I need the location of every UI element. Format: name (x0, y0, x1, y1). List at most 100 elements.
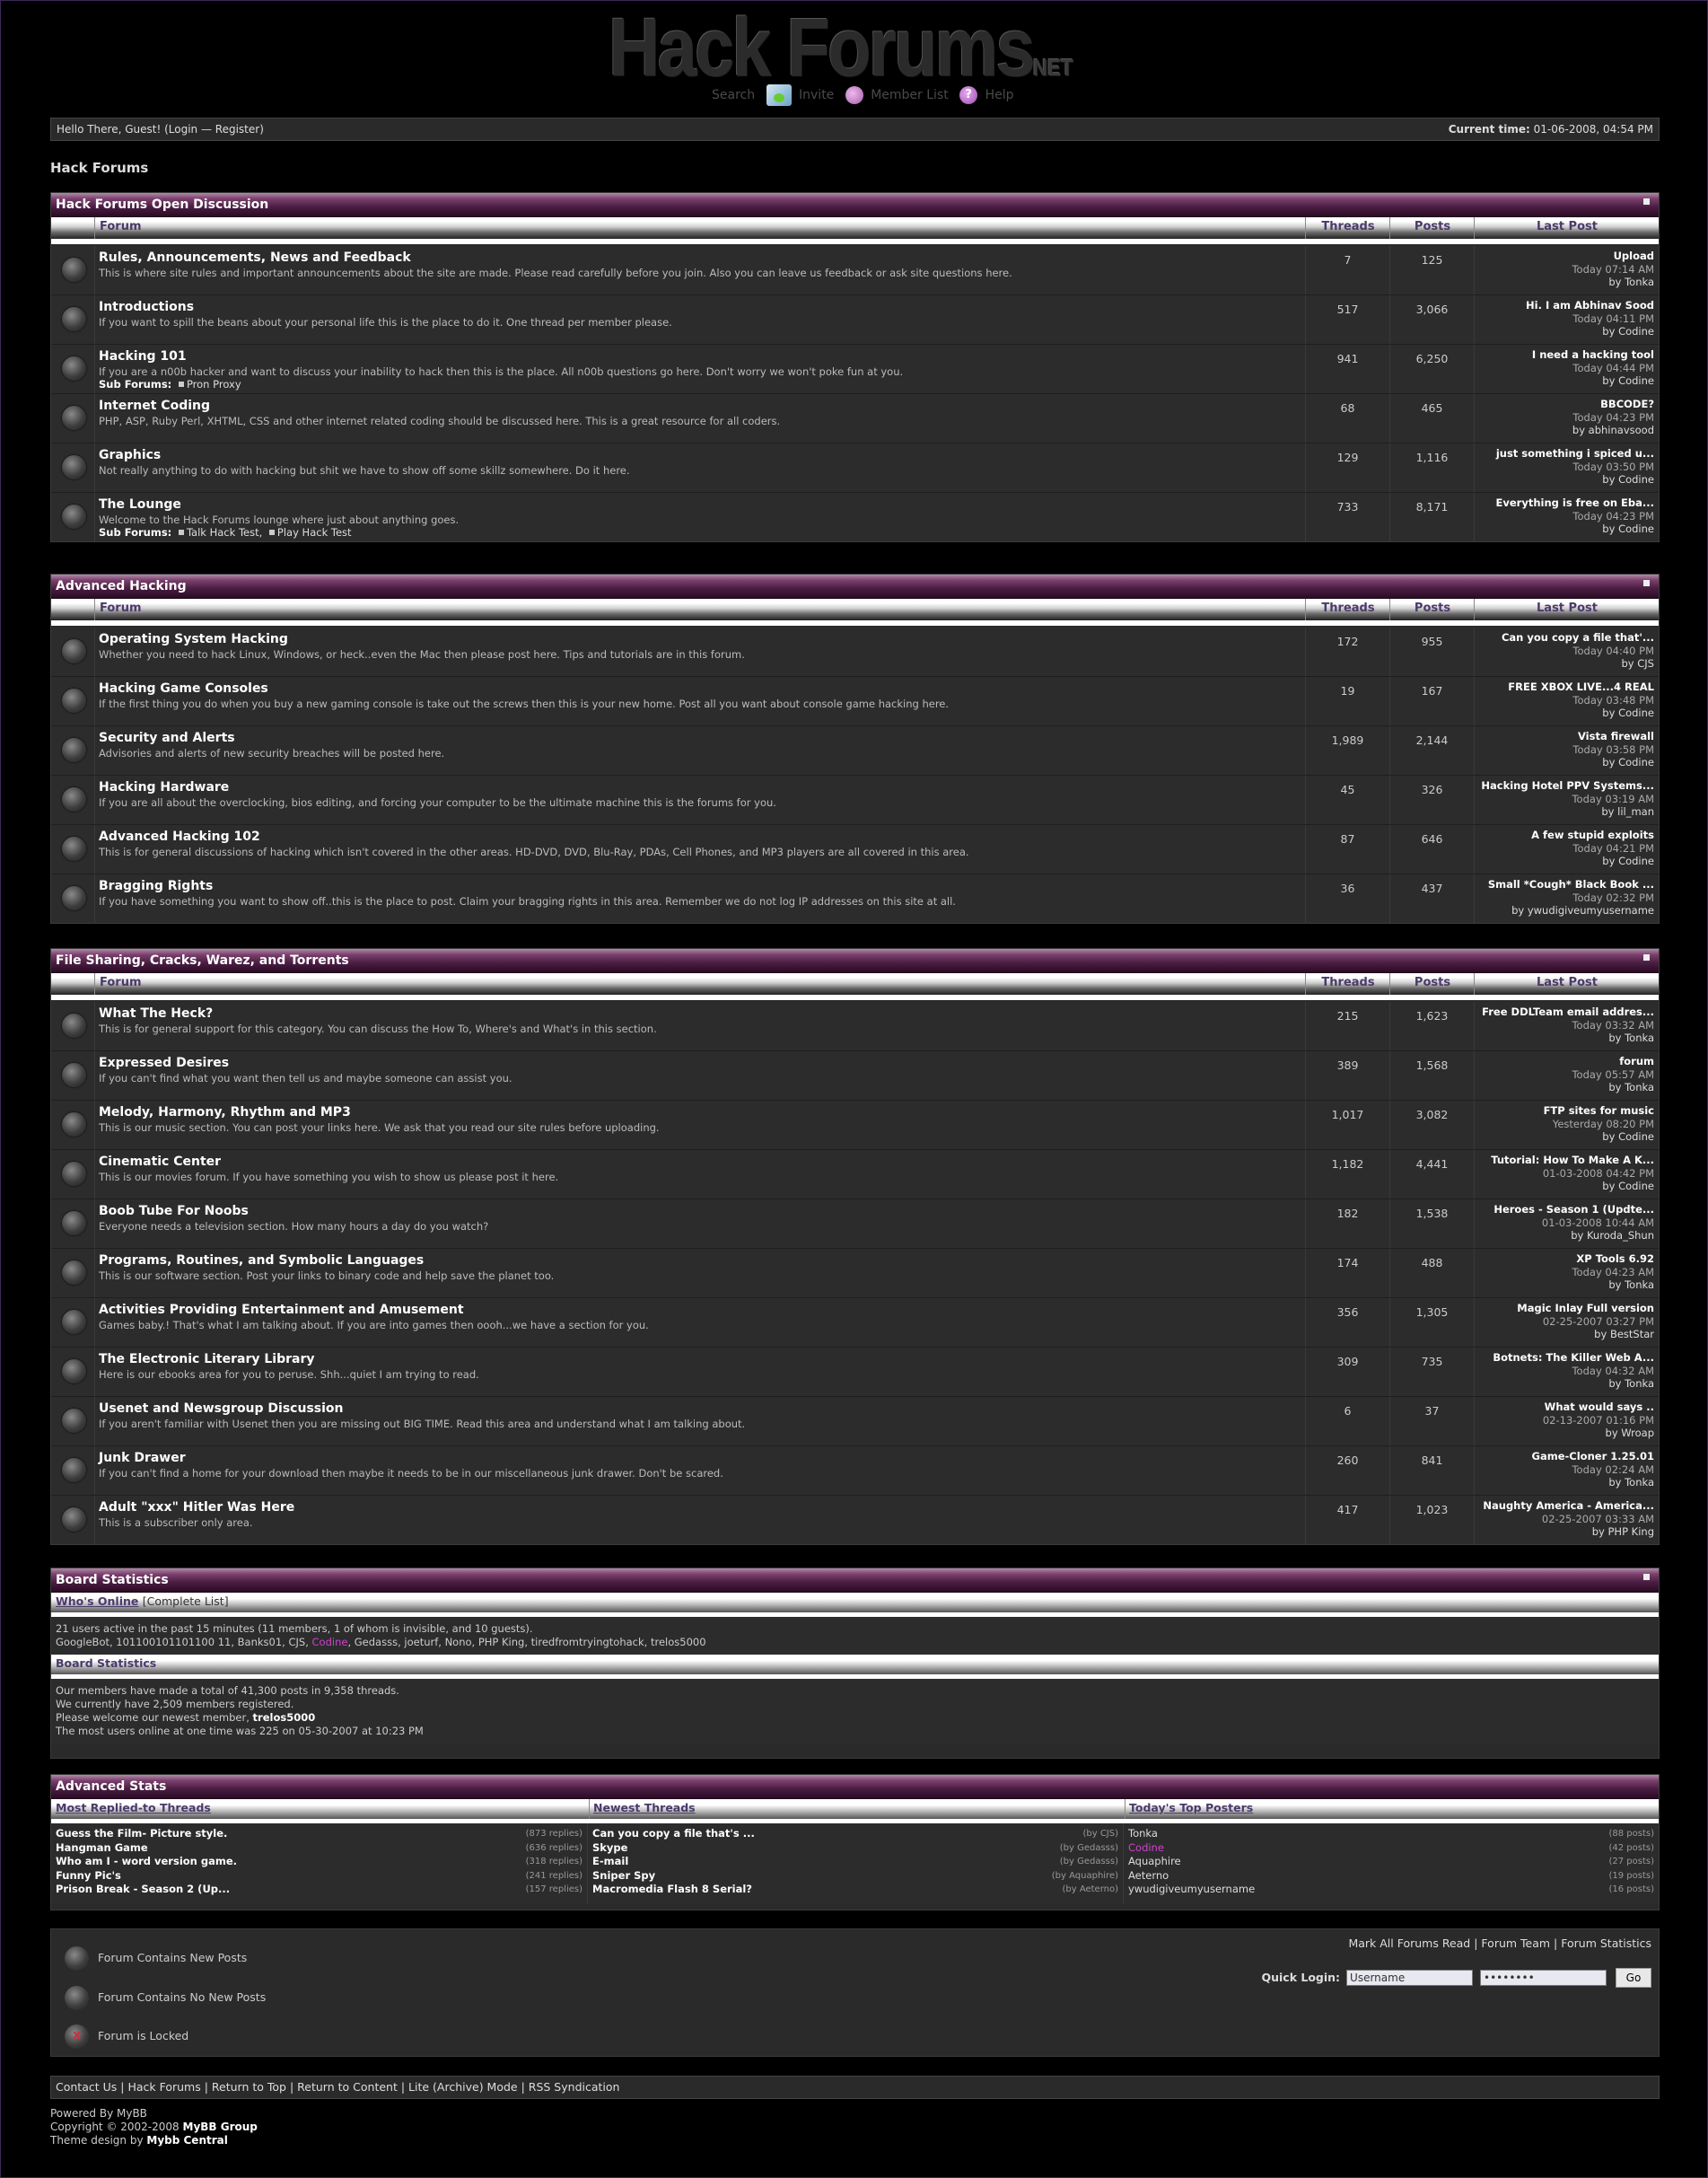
last-post-author[interactable]: Tonka (1625, 1377, 1654, 1390)
forum-name-link[interactable]: Bragging Rights (99, 880, 1301, 893)
thread-link[interactable]: Guess the Film- Picture style. (56, 1827, 227, 1841)
help-icon[interactable]: ? (959, 86, 978, 104)
thread-link[interactable]: Can you copy a file that's ... (592, 1827, 755, 1841)
contact-link[interactable]: Contact Us (56, 2080, 117, 2094)
mybb-link[interactable]: MyBB (117, 2107, 147, 2120)
last-post-author[interactable]: Codine (1618, 855, 1654, 867)
forum-name-link[interactable]: The Electronic Literary Library (99, 1353, 1301, 1366)
last-post-link[interactable]: Everything is free on Eba... (1475, 496, 1654, 510)
thread-link[interactable]: Sniper Spy (592, 1869, 655, 1884)
rss-link[interactable]: RSS Syndication (529, 2080, 620, 2094)
forum-name-link[interactable]: Boob Tube For Noobs (99, 1205, 1301, 1218)
last-post-author[interactable]: Codine (1618, 1130, 1654, 1143)
forum-name-link[interactable]: Advanced Hacking 102 (99, 830, 1301, 844)
last-post-author[interactable]: Codine (1618, 756, 1654, 768)
whos-online-link[interactable]: Who's Online (56, 1594, 138, 1608)
last-post-link[interactable]: XP Tools 6.92 (1475, 1252, 1654, 1266)
last-post-link[interactable]: I need a hacking tool (1475, 348, 1654, 362)
forum-name-link[interactable]: Programs, Routines, and Symbolic Languag… (99, 1254, 1301, 1268)
last-post-link[interactable]: Hi. I am Abhinav Sood (1475, 299, 1654, 312)
thread-link[interactable]: Prison Break - Season 2 (Up... (56, 1883, 230, 1897)
poster-link[interactable]: ywudigiveumyusername (1128, 1883, 1255, 1897)
last-post-link[interactable]: FREE XBOX LIVE...4 REAL (1475, 681, 1654, 694)
last-post-author[interactable]: Wroap (1621, 1427, 1654, 1439)
forum-name-link[interactable]: Graphics (99, 449, 1301, 462)
last-post-link[interactable]: Upload (1475, 250, 1654, 263)
forum-name-link[interactable]: Introductions (99, 301, 1301, 314)
thread-link[interactable]: Macromedia Flash 8 Serial? (592, 1883, 752, 1897)
category-header[interactable]: File Sharing, Cracks, Warez, and Torrent… (51, 949, 1659, 973)
poster-link[interactable]: Aeterno (1128, 1869, 1169, 1884)
last-post-link[interactable]: BBCODE? (1475, 398, 1654, 411)
complete-list-link[interactable]: Complete List (147, 1594, 224, 1608)
forum-name-link[interactable]: Hacking Hardware (99, 781, 1301, 795)
forum-name-link[interactable]: Junk Drawer (99, 1452, 1301, 1465)
last-post-author[interactable]: Kuroda_Shun (1587, 1229, 1654, 1242)
subforum-link[interactable]: Talk Hack Test, (187, 526, 262, 539)
forum-stats-link[interactable]: Forum Statistics (1561, 1936, 1651, 1950)
last-post-link[interactable]: Hacking Hotel PPV Systems... (1475, 779, 1654, 793)
online-user-highlight[interactable]: Codine (312, 1636, 348, 1648)
last-post-author[interactable]: PHP King (1608, 1525, 1655, 1538)
forum-name-link[interactable]: Operating System Hacking (99, 633, 1301, 646)
last-post-author[interactable]: Tonka (1625, 276, 1654, 288)
last-post-author[interactable]: Tonka (1625, 1476, 1654, 1489)
go-button[interactable]: Go (1616, 1968, 1651, 1988)
last-post-link[interactable]: Botnets: The Killer Web A... (1475, 1351, 1654, 1365)
home-link[interactable]: Hack Forums (127, 2080, 200, 2094)
last-post-author[interactable]: Codine (1618, 473, 1654, 486)
last-post-author[interactable]: ywudigiveumyusername (1528, 904, 1654, 917)
last-post-link[interactable]: forum (1475, 1055, 1654, 1068)
newest-member-link[interactable]: trelos5000 (253, 1711, 316, 1724)
thread-link[interactable]: Funny Pic's (56, 1869, 121, 1884)
poster-link[interactable]: Codine (1128, 1841, 1164, 1856)
category-header[interactable]: Advanced Hacking (51, 575, 1659, 599)
forum-name-link[interactable]: Hacking 101 (99, 350, 1301, 364)
thread-link[interactable]: Who am I - word version game. (56, 1855, 237, 1869)
last-post-author[interactable]: BestStar (1610, 1328, 1654, 1340)
subforum-link[interactable]: Pron Proxy (187, 378, 241, 391)
last-post-author[interactable]: Tonka (1625, 1278, 1654, 1291)
forum-name-link[interactable]: What The Heck? (99, 1007, 1301, 1021)
last-post-link[interactable]: Small *Cough* Black Book ... (1475, 878, 1654, 891)
poster-link[interactable]: Aquaphire (1128, 1855, 1181, 1869)
menu-help-link[interactable]: Help (985, 88, 1014, 102)
forum-name-link[interactable]: Adult "xxx" Hitler Was Here (99, 1501, 1301, 1515)
last-post-link[interactable]: Heroes - Season 1 (Updte... (1475, 1203, 1654, 1216)
breadcrumb[interactable]: Hack Forums (50, 160, 148, 176)
mybb-group-link[interactable]: MyBB Group (183, 2121, 258, 2133)
last-post-author[interactable]: lil_man (1617, 805, 1654, 818)
member-list-icon[interactable] (845, 86, 863, 104)
last-post-link[interactable]: Naughty America - America... (1475, 1499, 1654, 1513)
last-post-link[interactable]: Tutorial: How To Make A K... (1475, 1154, 1654, 1167)
password-input[interactable] (1480, 1970, 1607, 1986)
last-post-author[interactable]: Codine (1618, 374, 1654, 387)
forum-name-link[interactable]: Usenet and Newsgroup Discussion (99, 1402, 1301, 1416)
forum-name-link[interactable]: Internet Coding (99, 400, 1301, 413)
collapse-icon[interactable] (1643, 198, 1650, 205)
forum-name-link[interactable]: Melody, Harmony, Rhythm and MP3 (99, 1106, 1301, 1120)
last-post-link[interactable]: A few stupid exploits (1475, 829, 1654, 842)
collapse-icon[interactable] (1643, 580, 1650, 586)
collapse-icon[interactable] (1643, 1574, 1650, 1580)
last-post-link[interactable]: What would says .. (1475, 1401, 1654, 1414)
last-post-link[interactable]: Game-Cloner 1.25.01 (1475, 1450, 1654, 1463)
poster-link[interactable]: Tonka (1128, 1827, 1158, 1841)
login-link[interactable]: Login (169, 123, 197, 136)
return-content-link[interactable]: Return to Content (297, 2080, 398, 2094)
forum-name-link[interactable]: Expressed Desires (99, 1057, 1301, 1070)
invite-icon[interactable] (766, 84, 792, 106)
last-post-author[interactable]: Codine (1618, 707, 1654, 719)
menu-memberlist-link[interactable]: Member List (871, 88, 949, 102)
menu-search-link[interactable]: Search (712, 88, 755, 102)
last-post-author[interactable]: Tonka (1625, 1081, 1654, 1093)
last-post-author[interactable]: Tonka (1625, 1032, 1654, 1044)
forum-team-link[interactable]: Forum Team (1481, 1936, 1550, 1950)
last-post-author[interactable]: CJS (1637, 657, 1654, 670)
forum-name-link[interactable]: Hacking Game Consoles (99, 682, 1301, 696)
last-post-link[interactable]: just something i spiced u... (1475, 447, 1654, 461)
forum-name-link[interactable]: Cinematic Center (99, 1155, 1301, 1169)
thread-link[interactable]: Hangman Game (56, 1841, 148, 1856)
last-post-link[interactable]: FTP sites for music (1475, 1104, 1654, 1118)
forum-name-link[interactable]: Activities Providing Entertainment and A… (99, 1304, 1301, 1317)
